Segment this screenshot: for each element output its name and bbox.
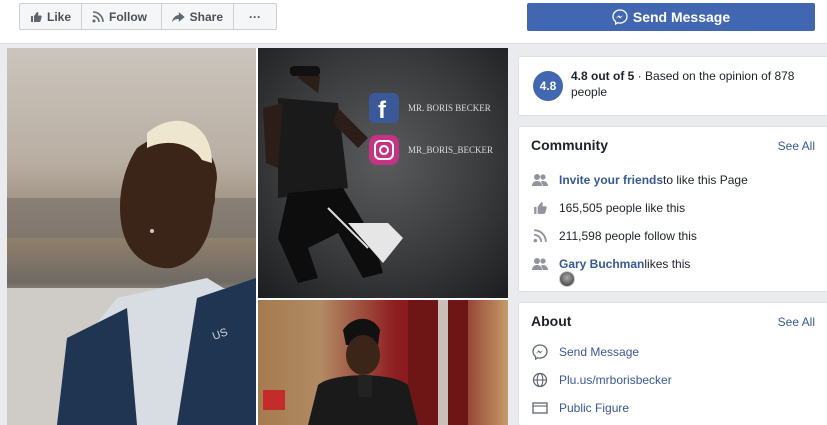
community-see-all-link[interactable]: See All bbox=[778, 139, 815, 153]
friend-likes-row: Gary Buchman likes this bbox=[531, 255, 690, 273]
thumbs-up-icon bbox=[531, 199, 549, 217]
share-button[interactable]: Share bbox=[162, 4, 234, 29]
friend-avatar[interactable] bbox=[559, 271, 575, 287]
send-message-label: Send Message bbox=[632, 9, 731, 25]
share-label: Share bbox=[189, 9, 223, 24]
more-label: ··· bbox=[249, 9, 261, 24]
rss-icon bbox=[92, 10, 104, 22]
rss-icon bbox=[531, 227, 549, 245]
community-title: Community bbox=[531, 137, 608, 153]
like-label: Like bbox=[46, 9, 71, 24]
about-title: About bbox=[531, 313, 572, 329]
thumbs-up-icon bbox=[30, 11, 42, 22]
friend-name-link[interactable]: Gary Buchman bbox=[559, 257, 644, 271]
page-follows-count: 211,598 people follow this bbox=[559, 229, 697, 243]
jacket-portrait-illustration: US bbox=[7, 120, 256, 425]
photo-grid: US f MR. BORIS BECKER MR_BORIS_BECKER bbox=[7, 48, 508, 425]
globe-icon bbox=[531, 371, 549, 389]
about-see-all-link[interactable]: See All bbox=[778, 315, 815, 329]
photo-dance-jump[interactable]: f MR. BORIS BECKER MR_BORIS_BECKER bbox=[258, 48, 508, 298]
category-link[interactable]: Public Figure bbox=[559, 401, 629, 415]
invite-friends-row: Invite your friends to like this Page bbox=[531, 171, 748, 189]
rating-summary: 4.8 out of 5 · Based on the opinion of 8… bbox=[571, 68, 821, 100]
share-arrow-icon bbox=[172, 11, 185, 22]
dance-jump-illustration: f MR. BORIS BECKER MR_BORIS_BECKER bbox=[263, 66, 493, 283]
svg-text:f: f bbox=[378, 97, 387, 124]
photo-selfie[interactable] bbox=[258, 300, 508, 425]
send-message-button[interactable]: Send Message bbox=[527, 3, 815, 31]
rating-separator: · bbox=[634, 69, 646, 83]
invite-suffix: to like this Page bbox=[663, 173, 748, 187]
page-likes-row: 165,505 people like this bbox=[531, 199, 685, 217]
profile-photo-jacket[interactable]: US bbox=[7, 48, 256, 425]
about-send-message-row: Send Message bbox=[531, 343, 639, 361]
messenger-icon bbox=[531, 343, 549, 361]
follow-button[interactable]: Follow bbox=[82, 4, 162, 29]
about-card: About See All Send Message Plu.us/mrbori… bbox=[518, 302, 827, 425]
website-link[interactable]: Plu.us/mrborisbecker bbox=[559, 373, 672, 387]
friend-likes-suffix: likes this bbox=[644, 257, 691, 271]
facebook-handle: MR. BORIS BECKER bbox=[408, 103, 491, 113]
selfie-illustration bbox=[263, 300, 468, 425]
page-follows-row: 211,598 people follow this bbox=[531, 227, 697, 245]
like-button[interactable]: Like bbox=[20, 4, 82, 29]
instagram-handle: MR_BORIS_BECKER bbox=[408, 145, 493, 155]
more-options-button[interactable]: ··· bbox=[234, 4, 276, 29]
messenger-icon bbox=[612, 9, 628, 25]
action-button-group: Like Follow Share ··· bbox=[19, 3, 277, 30]
category-folder-icon bbox=[531, 399, 549, 417]
website-row: Plu.us/mrborisbecker bbox=[531, 371, 672, 389]
community-card: Community See All Invite your friends to… bbox=[518, 126, 827, 292]
page-action-bar: Like Follow Share ··· Send Message bbox=[0, 0, 827, 44]
rating-badge: 4.8 bbox=[533, 71, 563, 101]
rating-card: 4.8 4.8 out of 5 · Based on the opinion … bbox=[518, 56, 827, 116]
category-row: Public Figure bbox=[531, 399, 629, 417]
invite-friends-link[interactable]: Invite your friends bbox=[559, 173, 663, 187]
page-likes-count: 165,505 people like this bbox=[559, 201, 686, 215]
rating-score[interactable]: 4.8 out of 5 bbox=[571, 69, 634, 83]
friends-icon bbox=[531, 255, 549, 273]
about-send-message-link[interactable]: Send Message bbox=[559, 345, 639, 359]
follow-label: Follow bbox=[109, 9, 147, 24]
friends-icon bbox=[531, 171, 549, 189]
